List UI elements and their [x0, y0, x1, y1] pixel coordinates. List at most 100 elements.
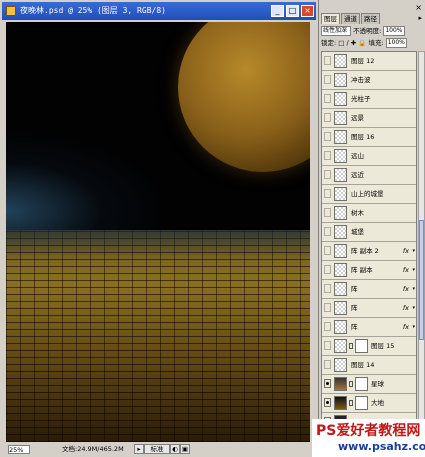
- panel-close-icon[interactable]: ×: [415, 3, 422, 12]
- layer-row[interactable]: 图层 14: [322, 356, 416, 375]
- tab-1[interactable]: 通道: [341, 13, 360, 24]
- panel-menu-icon[interactable]: ▸: [418, 14, 422, 22]
- layer-effects-icon[interactable]: fx: [403, 261, 409, 279]
- visibility-eye-icon[interactable]: [324, 94, 331, 103]
- visibility-eye-icon[interactable]: [324, 151, 331, 160]
- layer-name[interactable]: 图层 16: [351, 128, 374, 146]
- visibility-eye-icon[interactable]: [324, 227, 331, 236]
- layer-thumbnail[interactable]: [334, 377, 347, 391]
- layer-name[interactable]: 大地: [371, 394, 384, 412]
- layer-thumbnail[interactable]: [334, 320, 347, 334]
- layer-name[interactable]: 图层 15: [371, 337, 394, 355]
- mask-link-icon[interactable]: [349, 400, 353, 406]
- visibility-eye-icon[interactable]: [324, 265, 331, 274]
- expand-effects-icon[interactable]: ▾: [412, 261, 415, 279]
- layer-thumbnail[interactable]: [334, 244, 347, 258]
- layer-thumbnail[interactable]: [334, 282, 347, 296]
- blend-mode-select[interactable]: 线性加深: [321, 26, 351, 36]
- visibility-eye-icon[interactable]: [324, 113, 331, 122]
- layer-row[interactable]: 阵 fx ▾: [322, 280, 416, 299]
- layer-mask-thumbnail[interactable]: [355, 377, 368, 391]
- layer-thumbnail[interactable]: [334, 149, 347, 163]
- layer-row[interactable]: 远山: [322, 147, 416, 166]
- layer-name[interactable]: 城堡: [351, 223, 364, 241]
- minimize-button[interactable]: _: [271, 5, 284, 17]
- layer-row[interactable]: 图层 12: [322, 52, 416, 71]
- layer-row[interactable]: 远近: [322, 166, 416, 185]
- layer-name[interactable]: 阵: [351, 299, 358, 317]
- close-button[interactable]: ×: [301, 5, 314, 17]
- layer-name[interactable]: 冲击波: [351, 71, 371, 89]
- layer-thumbnail[interactable]: [334, 263, 347, 277]
- visibility-eye-icon[interactable]: [324, 360, 331, 369]
- layer-thumbnail[interactable]: [334, 92, 347, 106]
- layer-name[interactable]: 光柱子: [351, 90, 371, 108]
- visibility-eye-icon[interactable]: [324, 132, 331, 141]
- visibility-eye-icon[interactable]: [324, 303, 331, 312]
- layer-thumbnail[interactable]: [334, 339, 347, 353]
- layer-effects-icon[interactable]: fx: [403, 299, 409, 317]
- expand-effects-icon[interactable]: ▾: [412, 242, 415, 260]
- scrollbar-thumb[interactable]: [419, 220, 424, 340]
- layer-mask-thumbnail[interactable]: [355, 339, 368, 353]
- layer-name[interactable]: 远景: [351, 109, 364, 127]
- layer-row[interactable]: 图层 16: [322, 128, 416, 147]
- layer-name[interactable]: 阵 副本 2: [351, 242, 379, 260]
- layers-list[interactable]: 图层 12 冲击波 光柱子 远景 图层 16 远山 远近 山上的城堡 树木 城堡阵 副本 2 fx ▾…: [321, 51, 417, 447]
- layer-thumbnail[interactable]: [334, 225, 347, 239]
- layer-thumbnail[interactable]: [334, 358, 347, 372]
- layer-row[interactable]: 图层 15: [322, 337, 416, 356]
- layer-name[interactable]: 树木: [351, 204, 364, 222]
- layer-thumbnail[interactable]: [334, 111, 347, 125]
- layer-name[interactable]: 远山: [351, 147, 364, 165]
- quick-mask-icon[interactable]: ◐: [170, 444, 180, 454]
- screen-mode-icon[interactable]: ▣: [180, 444, 190, 454]
- layer-mask-thumbnail[interactable]: [355, 396, 368, 410]
- visibility-eye-icon[interactable]: [324, 284, 331, 293]
- visibility-eye-icon[interactable]: [324, 208, 331, 217]
- opacity-input[interactable]: 100%: [383, 26, 405, 36]
- document-titlebar[interactable]: 夜晚林.psd @ 25% (图层 3, RGB/8) _ □ ×: [2, 2, 316, 20]
- maximize-button[interactable]: □: [286, 5, 299, 17]
- layers-scrollbar[interactable]: [418, 51, 425, 447]
- visibility-eye-icon[interactable]: [324, 322, 331, 331]
- expand-effects-icon[interactable]: ▾: [412, 318, 415, 336]
- layer-name[interactable]: 阵: [351, 318, 358, 336]
- tab-2[interactable]: 路径: [361, 13, 380, 24]
- visibility-eye-icon[interactable]: [324, 246, 331, 255]
- layer-thumbnail[interactable]: [334, 301, 347, 315]
- status-arrow-button[interactable]: ▸: [134, 444, 144, 454]
- layer-row[interactable]: 山上的城堡: [322, 185, 416, 204]
- layer-name[interactable]: 星球: [371, 375, 384, 393]
- layer-thumbnail[interactable]: [334, 206, 347, 220]
- fill-input[interactable]: 100%: [385, 38, 407, 48]
- expand-effects-icon[interactable]: ▾: [412, 280, 415, 298]
- doc-info[interactable]: 文档:24.9M/465.2M: [62, 444, 124, 455]
- visibility-eye-icon[interactable]: [324, 75, 331, 84]
- layer-row[interactable]: 远景: [322, 109, 416, 128]
- layer-name[interactable]: 阵: [351, 280, 358, 298]
- layer-thumbnail[interactable]: [334, 187, 347, 201]
- layer-thumbnail[interactable]: [334, 168, 347, 182]
- visibility-eye-icon[interactable]: [324, 379, 331, 388]
- lock-icons[interactable]: □ ∕ ✚ 🔒: [338, 39, 366, 47]
- layer-row[interactable]: 星球: [322, 375, 416, 394]
- layer-row[interactable]: 树木: [322, 204, 416, 223]
- layer-row[interactable]: 阵 fx ▾: [322, 299, 416, 318]
- layer-row[interactable]: 阵 副本 fx ▾: [322, 261, 416, 280]
- layer-thumbnail[interactable]: [334, 396, 347, 410]
- document-canvas[interactable]: [6, 22, 310, 442]
- standard-mode-button[interactable]: 标准: [144, 444, 170, 454]
- layer-row[interactable]: 阵 fx ▾: [322, 318, 416, 337]
- layer-name[interactable]: 山上的城堡: [351, 185, 384, 203]
- layer-row[interactable]: 城堡: [322, 223, 416, 242]
- visibility-eye-icon[interactable]: [324, 189, 331, 198]
- layer-row[interactable]: 冲击波: [322, 71, 416, 90]
- layer-row[interactable]: 光柱子: [322, 90, 416, 109]
- zoom-field[interactable]: 25%: [8, 445, 30, 454]
- layer-effects-icon[interactable]: fx: [403, 318, 409, 336]
- visibility-eye-icon[interactable]: [324, 341, 331, 350]
- expand-effects-icon[interactable]: ▾: [412, 299, 415, 317]
- layer-name[interactable]: 图层 14: [351, 356, 374, 374]
- layer-thumbnail[interactable]: [334, 73, 347, 87]
